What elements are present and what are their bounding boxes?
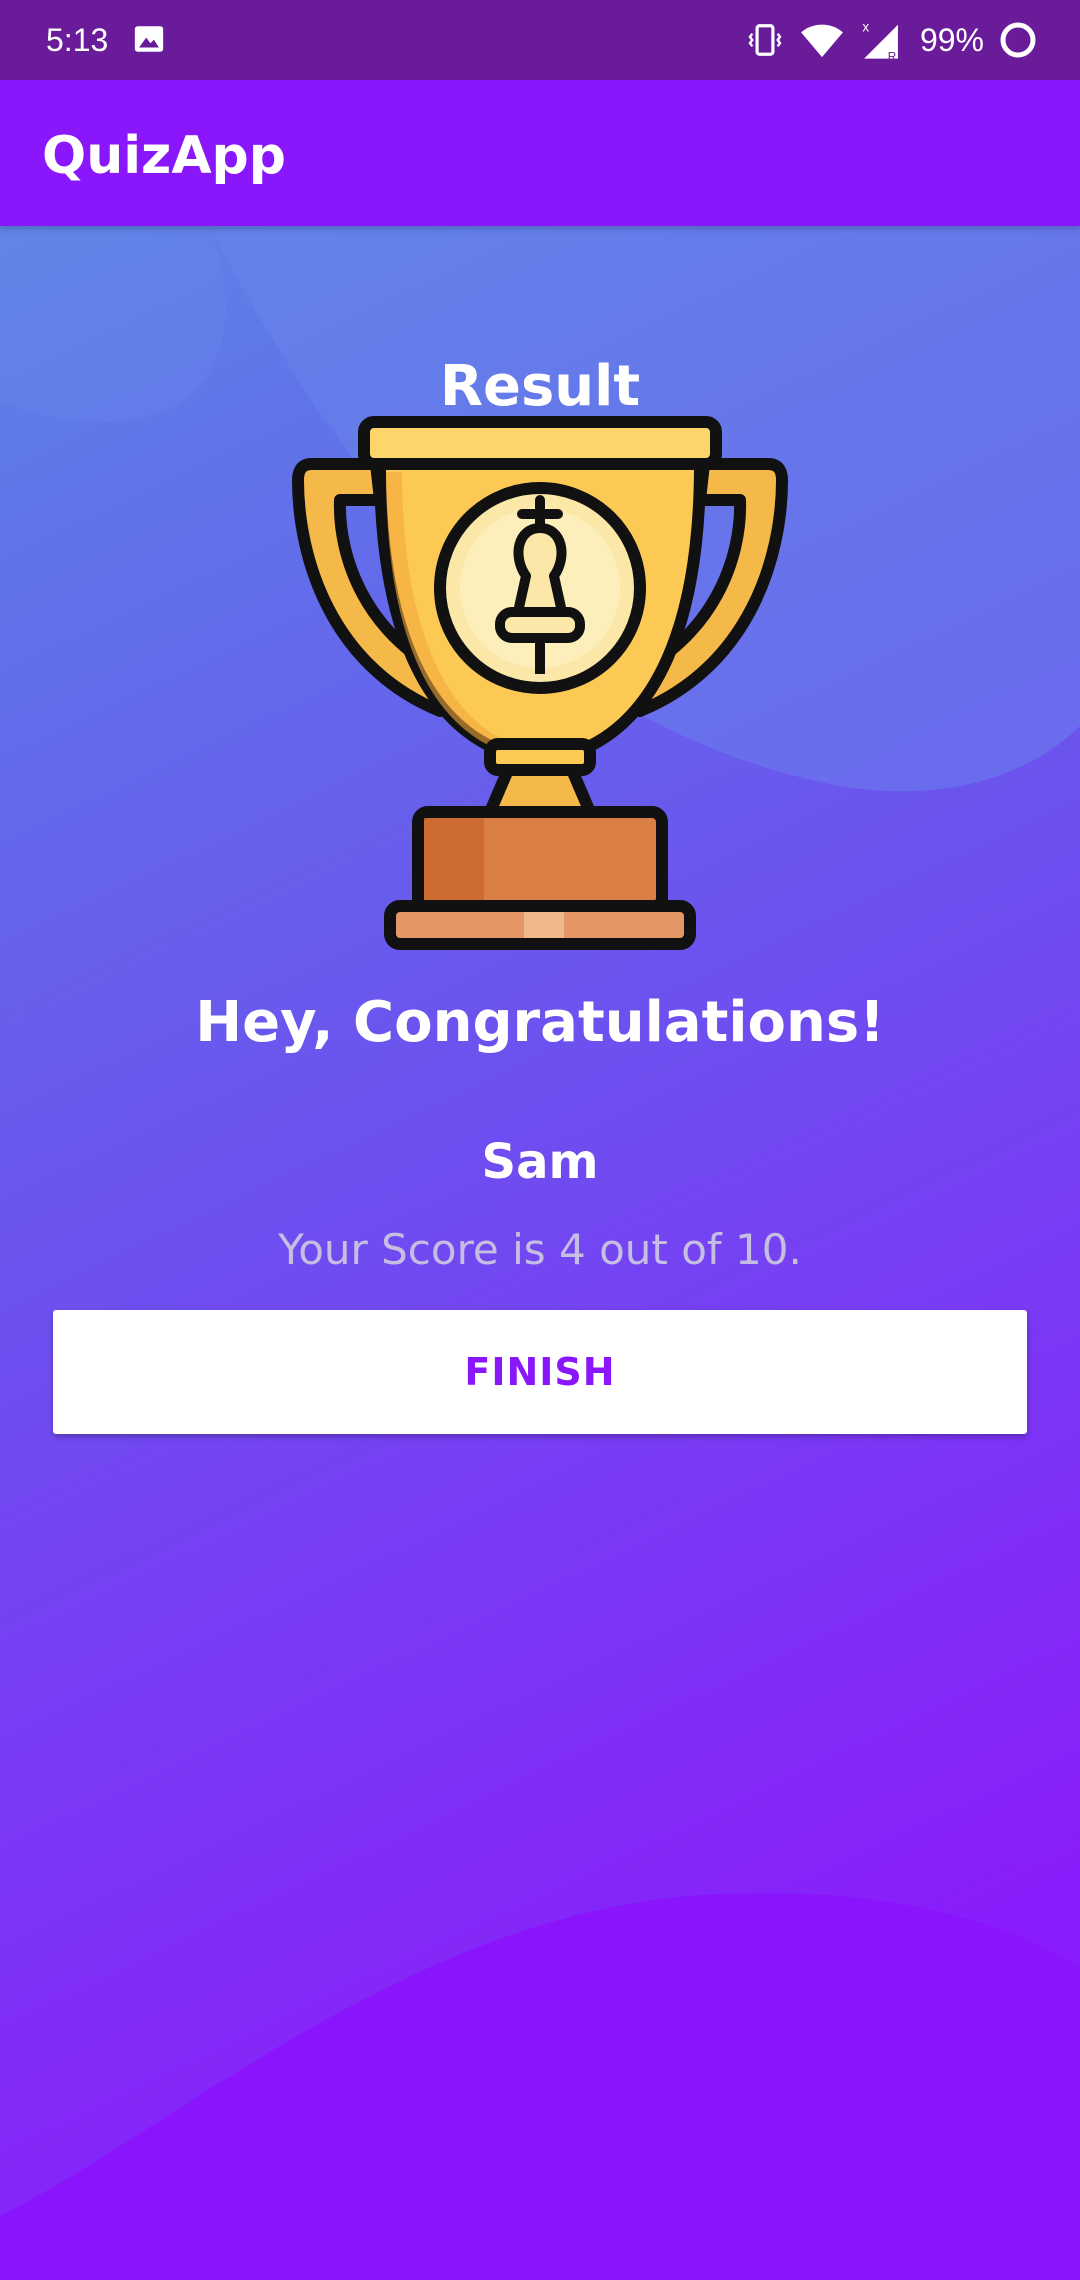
status-bar: 5:13 x R 99%: [0, 0, 1080, 80]
app-title: QuizApp: [42, 126, 287, 186]
result-heading: Result: [439, 354, 641, 419]
congratulations-text: Hey, Congratulations!: [195, 990, 885, 1055]
svg-text:R: R: [888, 49, 897, 62]
status-icons: x R 99%: [746, 16, 1038, 64]
signal-icon: x R: [862, 20, 898, 62]
vibrate-icon: [748, 24, 782, 56]
status-time: 5:13: [46, 22, 109, 58]
score-text: Your Score is 4 out of 10.: [278, 1225, 802, 1274]
svg-text:x: x: [862, 20, 869, 35]
battery-ring-icon: [1000, 22, 1036, 58]
app-bar: QuizApp: [0, 80, 1080, 226]
wifi-icon: [801, 24, 843, 58]
result-content: Result Hey, Congratulations! Sam Your Sc…: [0, 226, 1080, 2280]
trophy-icon: [292, 416, 788, 950]
user-name: Sam: [481, 1134, 599, 1190]
finish-button[interactable]: FINISH: [53, 1310, 1027, 1434]
result-screen: 5:13 x R 99% QuizApp Result Hey, Congrat…: [0, 0, 1080, 2280]
image-icon: [134, 26, 164, 52]
battery-percent: 99%: [919, 21, 984, 58]
